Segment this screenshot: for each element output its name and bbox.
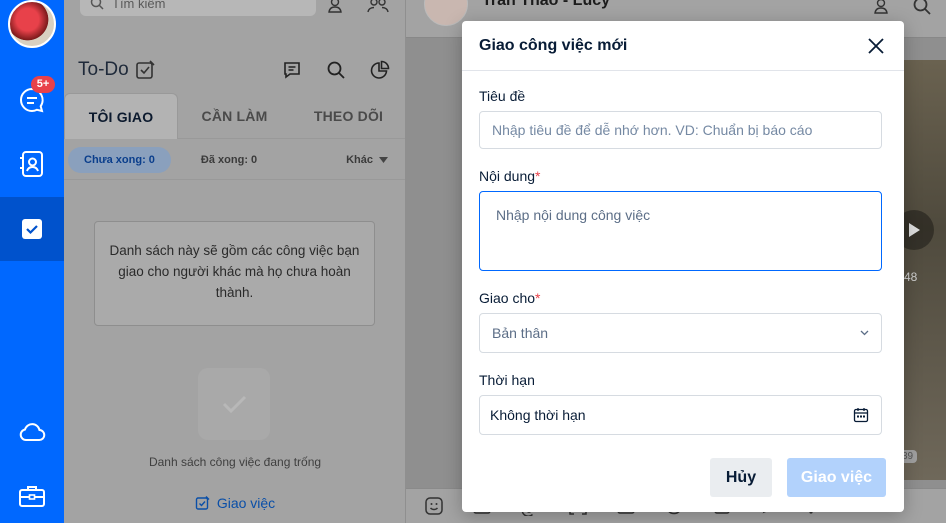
page-title: To-Do	[78, 59, 129, 80]
info-card: Danh sách này sẽ gồm các công việc bạn g…	[94, 221, 375, 326]
content-textarea[interactable]: Nhập nội dung công việc	[479, 191, 882, 271]
assignee-label: Giao cho*	[479, 290, 541, 306]
new-task-dialog: Giao công việc mới Tiêu đề Nhập tiêu đề …	[462, 21, 904, 512]
assign-task-label: Giao việc	[216, 495, 276, 511]
content-label: Nội dung*	[479, 168, 541, 184]
edit-checkbox-icon	[195, 496, 210, 510]
assignee-label-text: Giao cho	[479, 290, 536, 306]
caret-down-icon	[379, 156, 388, 163]
close-icon	[868, 37, 884, 54]
close-button[interactable]	[864, 34, 888, 58]
title-input[interactable]: Nhập tiêu đề để dễ nhớ hơn. VD: Chuẩn bị…	[479, 111, 882, 149]
title-label: Tiêu đề	[479, 88, 526, 104]
tab-to-do[interactable]: CẦN LÀM	[178, 93, 291, 139]
edit-checkbox-icon	[135, 60, 155, 79]
todo-panel: Tìm kiếm To-Do TÔI GIAO CẦN LÀM THEO DÕI…	[64, 0, 406, 523]
search-icon[interactable]	[912, 0, 932, 16]
add-friend-icon[interactable]	[327, 0, 345, 14]
search-placeholder: Tìm kiếm	[112, 0, 166, 11]
empty-checkbox-icon	[198, 368, 270, 440]
tab-assigned-by-me[interactable]: TÔI GIAO	[64, 93, 178, 139]
nav-rail: 5+	[0, 0, 64, 523]
user-avatar[interactable]	[8, 0, 56, 48]
deadline-picker[interactable]: Không thời hạn	[479, 395, 882, 435]
briefcase-icon	[19, 486, 45, 507]
sticker-icon[interactable]	[424, 496, 444, 516]
required-mark: *	[535, 290, 541, 306]
create-group-icon[interactable]	[367, 0, 389, 14]
empty-state-text: Danh sách công việc đang trống	[148, 455, 322, 469]
filter-unfinished[interactable]: Chưa xong: 0	[68, 146, 171, 173]
unread-badge: 5+	[31, 76, 55, 93]
tab-following[interactable]: THEO DÕI	[291, 93, 405, 139]
content-placeholder: Nhập nội dung công việc	[496, 207, 651, 223]
dialog-header: Giao công việc mới	[462, 21, 904, 71]
dialog-title: Giao công việc mới	[479, 36, 628, 54]
add-member-icon[interactable]	[872, 0, 892, 16]
contact-name[interactable]: Trần Thảo - Lucy	[482, 0, 610, 10]
filter-other-label: Khác	[346, 153, 373, 166]
chat-header-actions	[872, 0, 932, 16]
search-icon[interactable]	[326, 60, 346, 80]
todo-header-actions	[282, 60, 390, 80]
todo-check-icon	[22, 219, 42, 239]
video-duration: 48	[904, 270, 918, 284]
assign-task-link[interactable]: Giao việc	[64, 495, 405, 511]
required-mark: *	[535, 168, 541, 184]
assign-task-button[interactable]: Giao việc	[787, 458, 886, 497]
content-label-text: Nội dung	[479, 168, 536, 184]
contacts-icon	[20, 151, 43, 177]
todo-tabs: TÔI GIAO CẦN LÀM THEO DÕI	[64, 93, 405, 139]
nav-todo[interactable]	[0, 197, 64, 261]
title-placeholder: Nhập tiêu đề để dễ nhớ hơn. VD: Chuẩn bị…	[492, 122, 813, 138]
filter-finished[interactable]: Đã xong: 0	[185, 147, 273, 173]
cloud-icon	[19, 423, 46, 441]
assignee-value: Bản thân	[492, 325, 549, 341]
nav-toolbox[interactable]	[0, 464, 64, 523]
panel-top-icons	[327, 0, 389, 14]
calendar-icon[interactable]	[853, 407, 869, 423]
search-icon	[90, 0, 104, 10]
assignee-select[interactable]: Bản thân	[479, 313, 882, 353]
status-filters: Chưa xong: 0 Đã xong: 0 Khác	[64, 140, 405, 180]
note-icon[interactable]	[282, 60, 302, 80]
todo-header: To-Do	[78, 56, 390, 84]
nav-cloud[interactable]	[0, 400, 64, 464]
nav-contacts[interactable]	[0, 132, 64, 196]
stats-pie-icon[interactable]	[370, 60, 390, 80]
cancel-button[interactable]: Hủy	[710, 458, 772, 497]
filter-other-dropdown[interactable]: Khác	[346, 154, 388, 166]
chevron-down-icon	[860, 330, 869, 336]
deadline-value: Không thời hạn	[490, 407, 586, 423]
nav-messages[interactable]	[0, 68, 64, 132]
search-input[interactable]: Tìm kiếm	[80, 0, 316, 16]
deadline-label: Thời hạn	[479, 372, 535, 388]
